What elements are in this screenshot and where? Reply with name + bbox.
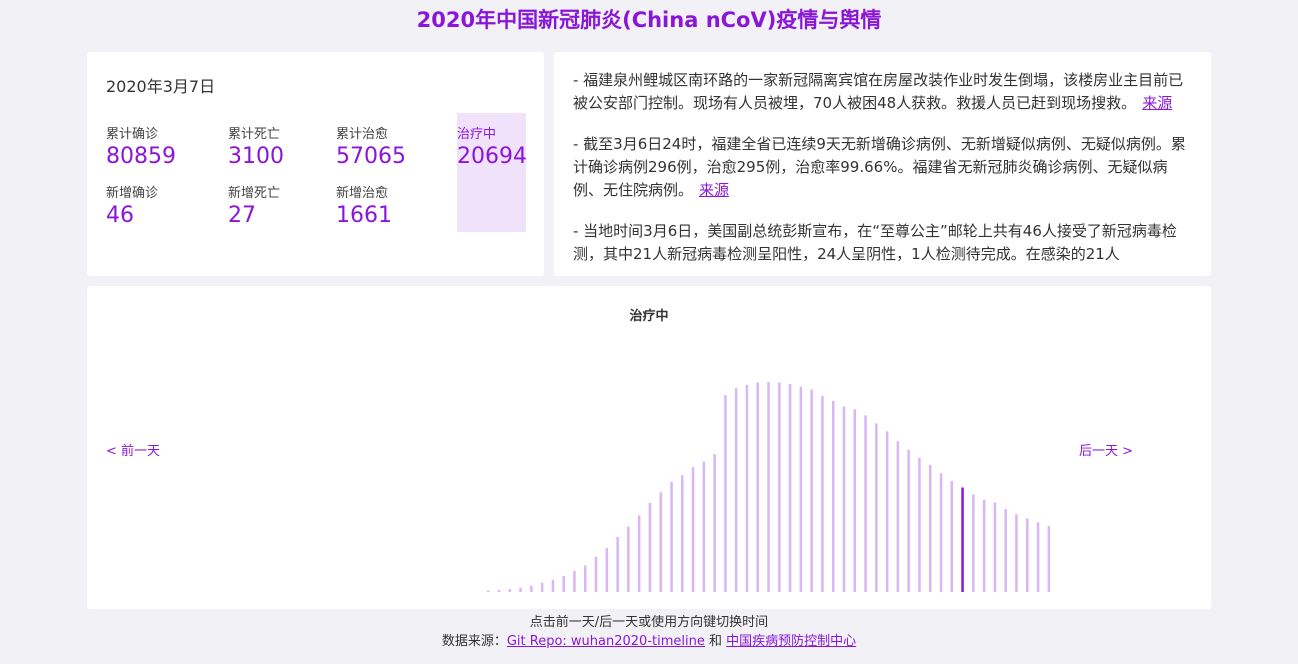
stat-value: 20694 <box>457 144 527 169</box>
git-repo-link[interactable]: Git Repo: wuhan2020-timeline <box>507 634 705 649</box>
stat-cum-confirmed[interactable]: 累计确诊 80859 <box>106 127 176 171</box>
chart-bar[interactable] <box>573 570 576 592</box>
chart-bar[interactable] <box>637 515 641 592</box>
chart-bar[interactable] <box>1015 514 1018 592</box>
chart-bar[interactable] <box>1026 518 1029 593</box>
news-list: - 福建泉州鲤城区南环路的一家新冠隔离宾馆在房屋改装作业时发生倒塌，该楼房业主目… <box>573 69 1193 276</box>
news-text: - 当地时间3月6日，美国副总统彭斯宣布，在“至尊公主”邮轮上共有46人接受了新… <box>573 222 1177 263</box>
chart-bar[interactable] <box>713 454 716 592</box>
stat-new-deaths[interactable]: 新增死亡 27 <box>228 186 280 230</box>
stat-value: 46 <box>106 203 134 228</box>
chart-bar[interactable] <box>540 582 544 592</box>
chart-bar[interactable] <box>584 565 587 592</box>
chart-bar[interactable] <box>756 382 760 593</box>
page-title: 2020年中国新冠肺炎(China nCoV)疫情与舆情 <box>416 8 882 32</box>
stat-label: 累计确诊 <box>106 127 159 142</box>
chart-bar[interactable] <box>907 449 910 592</box>
chart-bar[interactable] <box>508 589 512 592</box>
stat-value: 57065 <box>336 144 406 169</box>
stat-cum-deaths[interactable]: 累计死亡 3100 <box>228 127 284 171</box>
chart-bar[interactable] <box>734 388 738 592</box>
prev-day-button[interactable]: < 前一天 <box>106 440 160 459</box>
chart-bar[interactable] <box>896 441 900 592</box>
stat-label: 治疗中 <box>457 127 497 142</box>
stat-value: 27 <box>228 203 256 228</box>
stat-new-cured[interactable]: 新增治愈 1661 <box>336 186 392 230</box>
chart-bar[interactable] <box>799 386 803 592</box>
chart-bar[interactable] <box>670 481 673 592</box>
chart-bar[interactable] <box>659 492 663 592</box>
stat-value: 80859 <box>106 144 176 169</box>
chart-bar[interactable] <box>950 480 954 592</box>
chart-bar[interactable] <box>778 382 781 593</box>
news-item: - 福建泉州鲤城区南环路的一家新冠隔离宾馆在房屋改装作业时发生倒塌，该楼房业主目… <box>573 69 1193 115</box>
stat-value: 1661 <box>336 203 392 228</box>
chart-bar[interactable] <box>929 464 932 592</box>
source-and: 和 <box>709 634 723 649</box>
chart-bar[interactable] <box>648 503 652 592</box>
chart-bar[interactable] <box>788 383 792 592</box>
source-prefix: 数据来源： <box>441 634 507 649</box>
keyboard-hint: 点击前一天/后一天或使用方向键切换时间 <box>529 615 769 630</box>
news-item: - 截至3月6日24时，福建全省已连续9天无新增确诊病例、无新增疑似病例、无疑似… <box>573 133 1193 202</box>
news-card[interactable]: - 福建泉州鲤城区南环路的一家新冠隔离宾馆在房屋改装作业时发生倒塌，该楼房业主目… <box>554 52 1211 276</box>
chart-card: 治疗中 < 前一天 后一天 > <box>87 286 1211 609</box>
chart-bar[interactable] <box>551 579 555 592</box>
chart-bar[interactable] <box>519 587 522 592</box>
chart-bar[interactable] <box>875 423 878 592</box>
chart-bar[interactable] <box>853 409 857 592</box>
chart-bar[interactable] <box>1036 522 1040 592</box>
stat-new-confirmed[interactable]: 新增确诊 46 <box>106 186 158 230</box>
data-source-line: 数据来源：Git Repo: wuhan2020-timeline 和 中国疾病… <box>0 630 1298 649</box>
next-day-button[interactable]: 后一天 > <box>1079 440 1133 459</box>
chart-bar[interactable] <box>724 395 727 592</box>
timeline-bar-chart[interactable] <box>87 286 1211 609</box>
chart-bar[interactable] <box>767 382 770 592</box>
chart-bar[interactable] <box>497 589 501 592</box>
chart-bar[interactable] <box>832 400 835 592</box>
chart-bar[interactable] <box>864 415 867 592</box>
chart-bar[interactable] <box>982 499 986 592</box>
news-item: - 当地时间3月6日，美国副总统彭斯宣布，在“至尊公主”邮轮上共有46人接受了新… <box>573 220 1193 266</box>
chart-bar[interactable] <box>562 576 566 592</box>
chart-bar[interactable] <box>821 395 824 592</box>
stat-label: 新增治愈 <box>336 186 389 201</box>
chart-bar-selected[interactable] <box>961 487 964 593</box>
news-text: - 福建泉州鲤城区南环路的一家新冠隔离宾馆在房屋改装作业时发生倒塌，该楼房业主目… <box>573 71 1184 112</box>
chart-bar[interactable] <box>530 585 533 592</box>
stat-label: 新增死亡 <box>228 186 281 201</box>
chart-bar[interactable] <box>616 536 619 592</box>
chart-bar[interactable] <box>939 473 943 592</box>
news-source-link[interactable]: 来源 <box>1142 94 1172 112</box>
chart-bar[interactable] <box>1047 526 1051 592</box>
chart-bar[interactable] <box>810 389 813 593</box>
stat-label: 累计治愈 <box>336 127 389 142</box>
news-text: - 截至3月6日24时，福建全省已连续9天无新增确诊病例、无新增疑似病例、无疑似… <box>573 135 1186 199</box>
stat-label: 新增确诊 <box>106 186 159 201</box>
news-source-link[interactable]: 来源 <box>699 181 729 199</box>
chart-bar[interactable] <box>745 384 749 592</box>
stats-card: 2020年3月7日 累计确诊 80859 累计死亡 3100 累计治愈 5706… <box>87 52 544 276</box>
chart-bar[interactable] <box>972 494 975 593</box>
stat-label: 累计死亡 <box>228 127 281 142</box>
chart-bar[interactable] <box>681 475 684 592</box>
chart-bar[interactable] <box>993 502 997 593</box>
stat-current-treatment[interactable]: 治疗中 20694 <box>457 127 527 171</box>
cdc-link[interactable]: 中国疾病预防控制中心 <box>726 634 856 649</box>
chart-bar[interactable] <box>1004 509 1007 592</box>
stat-value: 3100 <box>228 144 284 169</box>
chart-bar[interactable] <box>487 590 490 592</box>
chart-bar[interactable] <box>594 556 598 592</box>
chart-bar[interactable] <box>691 467 695 592</box>
chart-bar[interactable] <box>702 461 706 592</box>
chart-bar[interactable] <box>605 548 609 592</box>
chart-bar[interactable] <box>918 457 921 592</box>
chart-bar[interactable] <box>842 406 846 593</box>
chart-bar[interactable] <box>885 431 889 592</box>
current-date: 2020年3月7日 <box>106 77 216 96</box>
stat-cum-cured[interactable]: 累计治愈 57065 <box>336 127 406 171</box>
chart-bar[interactable] <box>627 526 630 592</box>
